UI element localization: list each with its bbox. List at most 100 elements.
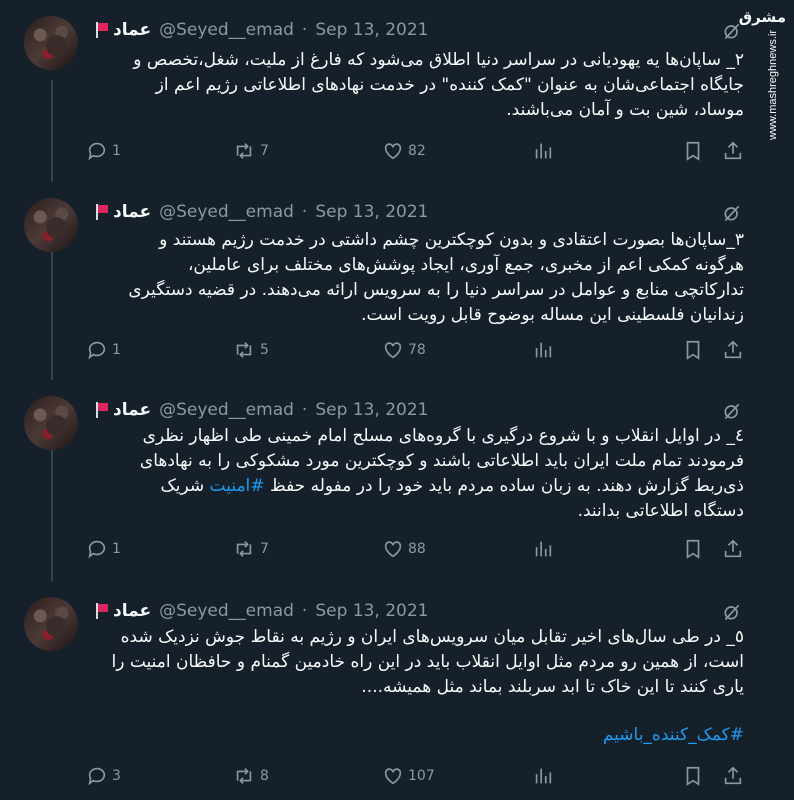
tweet-hashtag-line: #کمک_کننده_باشیم (95, 723, 744, 748)
red-flag-icon (95, 402, 109, 418)
bookmark-icon (686, 340, 700, 360)
hashtag-link[interactable]: #کمک_کننده_باشیم (95, 723, 744, 748)
tweet-text-line: شریک (160, 476, 205, 496)
separator-dot: · (301, 400, 308, 420)
red-flag-icon (95, 603, 109, 619)
tweet-text-line: فرمودند تمام ملت ایران باید اطلاعاتی باش… (139, 451, 744, 471)
grok-icon[interactable] (722, 602, 742, 622)
tweet-text-line: دستگاه اطلاعاتی بدانند. (577, 501, 744, 521)
hashtag-link[interactable]: #امنیت (210, 476, 265, 496)
grok-icon[interactable] (722, 203, 742, 223)
like-button[interactable]: 78 (382, 339, 426, 361)
bookmark-button[interactable] (682, 140, 704, 162)
tweet-text-line: هرگونه کمکی اعم از مخبری، جمع آوری، ایجا… (187, 255, 744, 275)
tweet[interactable]: عماد @Seyed__emad · Sep 13, 2021 ٤_ در ا… (0, 380, 794, 581)
like-count: 107 (408, 768, 435, 784)
tweet-text-line: ٤_ در اوایل انقلاب و با شروع درگیری با گ… (142, 426, 744, 446)
retweet-count: 7 (260, 541, 269, 557)
tweet-header: عماد @Seyed__emad · Sep 13, 2021 (95, 398, 428, 422)
reply-count: 1 (112, 541, 121, 557)
tweet-text: ٥_ در طی سال‌های اخیر تقابل میان سرویس‌ه… (95, 625, 744, 700)
views-chart-icon (535, 541, 552, 557)
reply-icon (88, 767, 106, 786)
reply-button[interactable]: 1 (86, 339, 121, 361)
views-button[interactable] (532, 538, 554, 560)
tweet[interactable]: عماد @Seyed__emad · Sep 13, 2021 ٥_ در ط… (0, 581, 794, 800)
reply-count: 1 (112, 342, 121, 358)
retweet-button[interactable]: 5 (232, 339, 269, 361)
reply-icon (88, 341, 106, 360)
reply-count: 3 (112, 768, 121, 784)
views-chart-icon (535, 342, 552, 358)
reply-count: 1 (112, 143, 121, 159)
separator-dot: · (301, 20, 308, 40)
display-name[interactable]: عماد (113, 202, 151, 222)
reply-button[interactable]: 1 (86, 538, 121, 560)
tweet[interactable]: عماد @Seyed__emad · Sep 13, 2021 ٣_ساپان… (0, 182, 794, 380)
tweet-text-line: ٥_ در طی سال‌های اخیر تقابل میان سرویس‌ه… (120, 627, 744, 647)
display-name[interactable]: عماد (113, 601, 151, 621)
tweet-actions: 1 7 82 (86, 140, 746, 164)
handle[interactable]: @Seyed__emad (159, 202, 294, 222)
handle[interactable]: @Seyed__emad (159, 601, 294, 621)
retweet-button[interactable]: 7 (232, 140, 269, 162)
handle[interactable]: @Seyed__emad (159, 20, 294, 40)
tweet-actions: 1 5 78 (86, 339, 746, 363)
tweet-date[interactable]: Sep 13, 2021 (315, 400, 428, 420)
share-button[interactable] (722, 538, 744, 560)
tweet-text: ٣_ساپان‌ها بصورت اعتقادی و بدون کوچکترین… (95, 228, 744, 328)
tweet-date[interactable]: Sep 13, 2021 (315, 202, 428, 222)
bookmark-button[interactable] (682, 538, 704, 560)
share-icon (724, 141, 742, 160)
avatar[interactable] (24, 597, 78, 651)
tweet-text-line: جایگاه اجتماعی‌شان به عنوان "کمک کننده" … (155, 75, 744, 95)
tweet[interactable]: عماد @Seyed__emad · Sep 13, 2021 ٢_ ساپا… (0, 0, 794, 182)
reply-icon (88, 540, 106, 559)
tweet-text-line: ذی‌ربط گزارش دهند. به زبان ساده مردم بای… (269, 476, 744, 496)
share-icon (724, 766, 742, 785)
bookmark-button[interactable] (682, 765, 704, 787)
views-chart-icon (535, 143, 552, 159)
tweet-date[interactable]: Sep 13, 2021 (315, 20, 428, 40)
views-button[interactable] (532, 339, 554, 361)
grok-icon[interactable] (722, 401, 742, 421)
heart-icon (384, 768, 402, 785)
tweet-actions: 1 7 88 (86, 538, 746, 562)
separator-dot: · (301, 202, 308, 222)
reply-icon (88, 142, 106, 161)
bookmark-icon (686, 766, 700, 786)
red-flag-icon (95, 204, 109, 220)
views-button[interactable] (532, 765, 554, 787)
tweet-text: ٢_ ساپان‌ها یه یهودیانی در سراسر دنیا اط… (95, 48, 744, 123)
retweet-icon (236, 342, 252, 358)
grok-icon[interactable] (722, 21, 742, 41)
tweet-date[interactable]: Sep 13, 2021 (315, 601, 428, 621)
handle[interactable]: @Seyed__emad (159, 400, 294, 420)
retweet-count: 8 (260, 768, 269, 784)
display-name[interactable]: عماد (113, 20, 151, 40)
reply-button[interactable]: 3 (86, 765, 121, 787)
share-button[interactable] (722, 765, 744, 787)
tweet-text-line: است، از همین رو مردم مثل اوایل انقلاب با… (111, 652, 744, 672)
reply-button[interactable]: 1 (86, 140, 121, 162)
retweet-button[interactable]: 8 (232, 765, 269, 787)
tweet-text-line: تدارکاتچی منابع و عوامل در سراسر دنیا را… (128, 280, 744, 300)
avatar[interactable] (24, 198, 78, 252)
like-button[interactable]: 88 (382, 538, 426, 560)
retweet-icon (236, 768, 252, 784)
bookmark-button[interactable] (682, 339, 704, 361)
retweet-button[interactable]: 7 (232, 538, 269, 560)
red-flag-icon (95, 22, 109, 38)
like-button[interactable]: 82 (382, 140, 426, 162)
avatar[interactable] (24, 16, 78, 70)
like-button[interactable]: 107 (382, 765, 435, 787)
views-button[interactable] (532, 140, 554, 162)
share-button[interactable] (722, 339, 744, 361)
display-name[interactable]: عماد (113, 400, 151, 420)
like-count: 78 (408, 342, 426, 358)
views-chart-icon (535, 768, 552, 784)
share-button[interactable] (722, 140, 744, 162)
heart-icon (384, 541, 402, 558)
avatar[interactable] (24, 396, 78, 450)
tweet-text-line: ٢_ ساپان‌ها یه یهودیانی در سراسر دنیا اط… (133, 50, 744, 70)
